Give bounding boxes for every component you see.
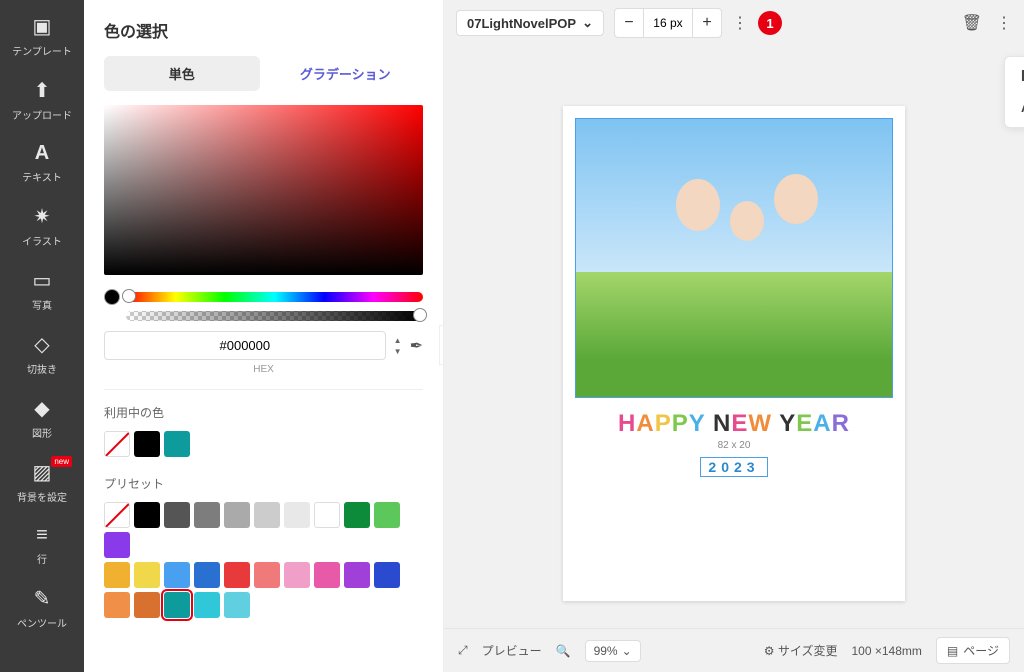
hex-input[interactable] (104, 331, 386, 360)
hex-label: HEX (104, 364, 423, 375)
more-icon[interactable]: ⋮ (996, 13, 1012, 33)
swatch[interactable] (224, 562, 250, 588)
swatch[interactable] (194, 562, 220, 588)
sidebar-item-template[interactable]: ▣テンプレート (0, 4, 84, 68)
swatch[interactable] (314, 502, 340, 528)
design-card[interactable]: HAPPY NEW YEAR 82 x 20 2023 (563, 106, 905, 601)
inuse-label: 利用中の色 (104, 404, 423, 421)
swatch[interactable] (134, 431, 160, 457)
font-size-increase[interactable]: + (693, 9, 721, 37)
top-toolbar: 07LightNovelPOP⌄ − + ⋮ 1 🗑 ⋮ (444, 0, 1024, 46)
alpha-thumb[interactable] (413, 308, 427, 322)
swatch[interactable] (374, 562, 400, 588)
hue-slider[interactable] (126, 292, 423, 302)
card-photo[interactable] (575, 118, 893, 398)
preset-label: プリセット (104, 475, 423, 492)
year-text[interactable]: 2023 (700, 457, 768, 477)
swatch[interactable] (134, 502, 160, 528)
swatch[interactable] (194, 592, 220, 618)
zoom-select[interactable]: 99%⌄ (585, 640, 641, 662)
swatch[interactable] (224, 502, 250, 528)
page-button[interactable]: ▤ ページ (936, 637, 1010, 664)
selection-dims: 82 x 20 (575, 440, 893, 451)
preview-button[interactable]: プレビュー (482, 642, 542, 659)
sidebar-item-photo[interactable]: ▭写真 (0, 258, 84, 322)
chevron-down-icon: ⌄ (622, 644, 632, 658)
swatch[interactable] (344, 562, 370, 588)
callout-1: 1 (758, 11, 782, 35)
hex-stepper[interactable]: ▲▼ (394, 336, 402, 356)
preset-swatches (104, 502, 423, 618)
sidebar-item-upload[interactable]: ⬆アップロード (0, 68, 84, 132)
swatch[interactable] (104, 532, 130, 558)
tab-gradient[interactable]: グラデーション (268, 56, 424, 91)
sidebar-item-pen[interactable]: ✎ペンツール (0, 576, 84, 640)
eyedropper-icon[interactable]: ✒ (410, 336, 423, 356)
hue-thumb[interactable] (122, 289, 136, 303)
upload-icon: ⬆ (34, 78, 51, 103)
swatch[interactable] (284, 562, 310, 588)
swatch[interactable] (164, 562, 190, 588)
format-toolbar: B I S U A A ◔ Aa ≡ ⇕≡ ☰ A↓ 文字色 2 (1004, 56, 1024, 128)
swatch[interactable] (104, 562, 130, 588)
lines-icon: ≡ (36, 524, 48, 547)
swatch-none[interactable] (104, 431, 130, 457)
swatch[interactable] (134, 592, 160, 618)
swatch[interactable] (164, 502, 190, 528)
expand-icon[interactable]: ⤢ (458, 643, 468, 658)
swatch[interactable] (254, 502, 280, 528)
happy-new-year-text[interactable]: HAPPY NEW YEAR (575, 410, 893, 438)
swatch[interactable] (344, 502, 370, 528)
canvas-dims: 100 ×148mm (852, 644, 922, 658)
pen-icon: ✎ (34, 586, 51, 611)
swatch[interactable] (164, 431, 190, 457)
bottom-toolbar: ⤢ プレビュー 🔍 99%⌄ ⚙ サイズ変更 100 ×148mm ▤ ページ (444, 628, 1024, 672)
sidebar-item-background[interactable]: ▨new背景を設定 (0, 450, 84, 514)
sidebar-item-text[interactable]: Aテキスト (0, 132, 84, 194)
font-size-input[interactable] (643, 9, 693, 37)
crop-icon: ◇ (34, 332, 49, 357)
swatch[interactable] (134, 562, 160, 588)
font-select[interactable]: 07LightNovelPOP⌄ (456, 10, 604, 36)
swatch[interactable] (164, 592, 190, 618)
trash-icon[interactable]: 🗑 (962, 13, 982, 33)
background-icon: ▨ (33, 460, 52, 485)
tab-solid[interactable]: 単色 (104, 56, 260, 91)
swatch[interactable] (224, 592, 250, 618)
sidebar-item-line[interactable]: ≡行 (0, 514, 84, 576)
new-badge: new (51, 456, 72, 467)
text-icon: A (35, 142, 49, 165)
sidebar-item-crop[interactable]: ◇切抜き (0, 322, 84, 386)
swatch[interactable] (104, 592, 130, 618)
vertical-text-button[interactable]: A↓ (1017, 95, 1024, 119)
left-sidebar: ▣テンプレート ⬆アップロード Aテキスト ✷イラスト ▭写真 ◇切抜き ◆図形… (0, 0, 84, 672)
alpha-slider[interactable] (126, 311, 423, 321)
chevron-down-icon: ⌄ (582, 15, 593, 31)
photo-icon: ▭ (33, 268, 52, 293)
more-icon[interactable]: ⋮ (732, 13, 748, 33)
hue-thumb-preview (104, 289, 120, 305)
canvas-area: 07LightNovelPOP⌄ − + ⋮ 1 🗑 ⋮ B I S U A A… (444, 0, 1024, 672)
sidebar-item-illust[interactable]: ✷イラスト (0, 194, 84, 258)
panel-title: 色の選択 (104, 18, 423, 42)
bold-button[interactable]: B (1017, 65, 1024, 89)
zoom-out-icon[interactable]: 🔍 (556, 644, 571, 658)
swatch[interactable] (314, 562, 340, 588)
inuse-swatches (104, 431, 423, 457)
sparkle-icon: ✷ (34, 204, 51, 229)
swatch[interactable] (254, 562, 280, 588)
shape-icon: ◆ (34, 396, 49, 421)
color-panel: 色の選択 単色 グラデーション ▲▼ ✒ HEX 利用中の色 プリセット ‹ (84, 0, 444, 672)
swatch[interactable] (284, 502, 310, 528)
sidebar-item-shape[interactable]: ◆図形 (0, 386, 84, 450)
swatch[interactable] (194, 502, 220, 528)
swatch[interactable] (104, 502, 130, 528)
swatch[interactable] (374, 502, 400, 528)
saturation-value-picker[interactable] (104, 105, 423, 275)
resize-button[interactable]: ⚙ サイズ変更 (764, 642, 838, 659)
font-size-decrease[interactable]: − (615, 9, 643, 37)
template-icon: ▣ (33, 14, 52, 39)
